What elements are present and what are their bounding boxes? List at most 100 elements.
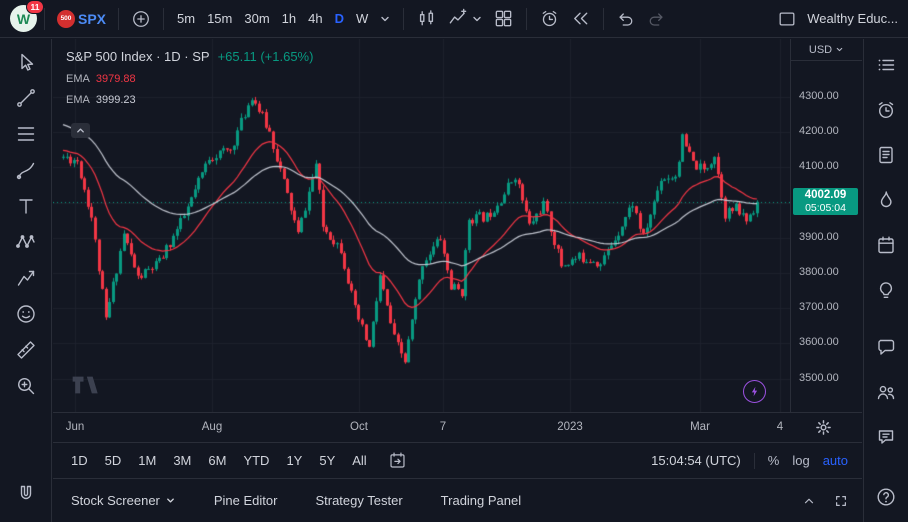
time-axis-label: Mar — [690, 421, 710, 433]
tool-magnet[interactable] — [7, 476, 45, 512]
chevron-down-icon — [165, 495, 176, 506]
range-all[interactable]: All — [352, 453, 366, 468]
tool-xabcd-pattern[interactable] — [7, 224, 45, 260]
tool-text[interactable] — [7, 188, 45, 224]
range-5d[interactable]: 5D — [105, 453, 122, 468]
trend-line-icon — [15, 87, 37, 109]
tab-pine-editor[interactable]: Pine Editor — [214, 493, 278, 508]
legend-collapse-button[interactable] — [71, 123, 90, 138]
range-3m[interactable]: 3M — [173, 453, 191, 468]
community-button[interactable] — [868, 373, 904, 411]
range-1m[interactable]: 1M — [138, 453, 156, 468]
tool-fib-retracement[interactable] — [7, 116, 45, 152]
replay-rewind-icon — [570, 8, 591, 29]
timeframe-4h[interactable]: 4h — [302, 6, 328, 32]
panel-expand-up-button[interactable] — [802, 494, 816, 508]
timeframe-1h[interactable]: 1h — [276, 6, 302, 32]
tab-stock-screener[interactable]: Stock Screener — [71, 493, 176, 508]
people-icon — [875, 381, 897, 403]
messages-button[interactable] — [868, 418, 904, 456]
text-tool-icon — [15, 195, 37, 217]
indicators-button[interactable] — [442, 5, 488, 33]
tool-zoom-in[interactable] — [7, 368, 45, 404]
tab-strategy-tester[interactable]: Strategy Tester — [315, 493, 402, 508]
legend-ema-slow-row[interactable]: EMA 3999.23 — [66, 94, 313, 106]
emoji-icon — [15, 303, 37, 325]
timeframe-1w[interactable]: W — [350, 6, 374, 32]
range-5y[interactable]: 5Y — [319, 453, 335, 468]
chart-style-button[interactable] — [411, 5, 442, 33]
app-logo-letter: W — [17, 11, 30, 27]
undo-arrow-icon — [616, 9, 636, 29]
price-axis-label: 3600.00 — [799, 336, 839, 348]
tool-trend-line[interactable] — [7, 80, 45, 116]
chat-button[interactable] — [868, 328, 904, 366]
price-axis-label: 3800.00 — [799, 266, 839, 278]
tool-forecast[interactable] — [7, 260, 45, 296]
price-axis[interactable]: USD 3500.003600.003700.003800.003900.004… — [790, 39, 862, 412]
price-axis-label: 4300.00 — [799, 90, 839, 102]
currency-selector[interactable]: USD — [791, 39, 862, 61]
save-layout-button[interactable] — [772, 5, 802, 33]
ema-slow-value: 3999.23 — [96, 94, 136, 106]
legend-ema-fast-row[interactable]: EMA 3979.88 — [66, 73, 313, 85]
timeframe-15m[interactable]: 15m — [201, 6, 238, 32]
divider — [403, 8, 404, 30]
percent-scale-button[interactable]: % — [768, 453, 780, 468]
help-button[interactable] — [868, 478, 904, 516]
goto-date-button[interactable] — [388, 451, 407, 470]
timeframe-menu-button[interactable] — [374, 5, 396, 33]
alert-button[interactable] — [534, 5, 565, 33]
cursor-icon — [15, 51, 37, 73]
boost-button[interactable] — [743, 380, 766, 403]
compare-add-symbol-button[interactable] — [126, 5, 156, 33]
goto-date-icon — [388, 451, 407, 470]
log-scale-button[interactable]: log — [792, 453, 809, 468]
timeframe-1d[interactable]: D — [329, 6, 350, 32]
time-axis[interactable]: JunAugOct72023Mar4 — [53, 412, 862, 442]
tool-measure[interactable] — [7, 332, 45, 368]
range-1d[interactable]: 1D — [71, 453, 88, 468]
app-logo[interactable]: W 11 — [10, 5, 37, 32]
undo-button[interactable] — [611, 5, 641, 33]
layout-name-label[interactable]: Wealthy Educ... — [807, 11, 898, 26]
ema-fast-value: 3979.88 — [96, 73, 136, 85]
timeframe-30m[interactable]: 30m — [238, 6, 275, 32]
notification-badge: 11 — [26, 0, 44, 14]
ruler-icon — [15, 339, 37, 361]
last-price-badge: 4002.09 05:05:04 — [793, 188, 858, 215]
chart-settings-button[interactable] — [815, 419, 832, 436]
tool-emoji[interactable] — [7, 296, 45, 332]
time-axis-label: Oct — [350, 421, 368, 433]
hotlists-button[interactable] — [868, 181, 904, 219]
tab-trading-panel[interactable]: Trading Panel — [441, 493, 521, 508]
symbol-button[interactable]: 500 SPX — [52, 5, 111, 33]
journal-button[interactable] — [868, 136, 904, 174]
layout-grid-button[interactable] — [488, 5, 519, 33]
redo-button[interactable] — [641, 5, 671, 33]
panel-maximize-button[interactable] — [834, 494, 848, 508]
symbol-name: SPX — [78, 11, 106, 27]
price-axis-label: 4100.00 — [799, 160, 839, 172]
watchlist-button[interactable] — [868, 46, 904, 84]
tool-brush[interactable] — [7, 152, 45, 188]
ideas-button[interactable] — [868, 271, 904, 309]
lightning-icon — [748, 385, 761, 398]
legend-symbol-row[interactable]: S&P 500 Index · 1D · SP +65.11 (+1.65%) — [66, 49, 313, 64]
layout-window-icon — [777, 9, 797, 29]
timeframe-5m[interactable]: 5m — [171, 6, 201, 32]
trading-panel-label: Trading Panel — [441, 493, 521, 508]
last-price-value: 4002.09 — [793, 189, 858, 202]
range-1y[interactable]: 1Y — [286, 453, 302, 468]
calendar-icon — [875, 234, 897, 256]
range-ytd[interactable]: YTD — [243, 453, 269, 468]
bar-replay-button[interactable] — [565, 5, 596, 33]
tool-cursor[interactable] — [7, 44, 45, 80]
time-axis-label: Aug — [202, 421, 222, 433]
auto-scale-button[interactable]: auto — [823, 453, 848, 468]
alerts-button[interactable] — [868, 91, 904, 129]
watchlist-icon — [875, 54, 897, 76]
utc-clock[interactable]: 15:04:54 (UTC) — [651, 453, 741, 468]
range-6m[interactable]: 6M — [208, 453, 226, 468]
calendar-button[interactable] — [868, 226, 904, 264]
